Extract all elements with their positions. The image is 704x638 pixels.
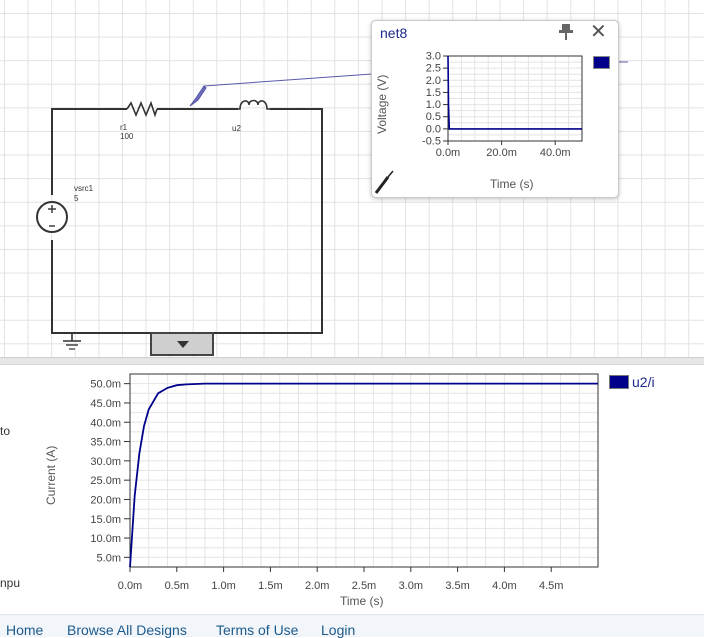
main-legend-swatch[interactable]: [609, 375, 629, 389]
probe-chart: 3.02.52.01.51.00.50.0-0.5 0.0m 20.0m 40.0m…: [375, 51, 583, 191]
source-value-label: 5: [74, 194, 79, 203]
probe-tool-icon[interactable]: [372, 167, 398, 197]
probe-leader-line: [203, 73, 373, 87]
wire-top-left[interactable]: [51, 108, 127, 195]
main-x-tick-label: 2.5m: [352, 580, 376, 592]
resistor-name-label: r1: [120, 123, 128, 132]
footer-link-browse-designs[interactable]: Browse All Designs: [67, 622, 187, 638]
main-y-axis-title: Current (A): [44, 446, 58, 505]
footer-link-login[interactable]: Login: [321, 622, 355, 638]
inductor-name-label: u2: [232, 124, 241, 133]
main-y-tick-label: 35.0m: [90, 437, 121, 449]
main-x-tick-label: 1.0m: [211, 580, 235, 592]
probe-y-axis-title: Voltage (V): [375, 75, 389, 134]
resistor-value-label: 100: [120, 132, 134, 141]
schematic-canvas[interactable]: r1 100 u2 vsrc1 5 net8 ✕ 3.0 2.5 2.0 1.5…: [0, 0, 704, 357]
footer-link-terms[interactable]: Terms of Use: [216, 622, 298, 638]
probe-y-tick-label: -0.5: [422, 136, 441, 148]
main-y-tick-label: 20.0m: [90, 494, 121, 506]
probe-x-axis-title: Time (s): [490, 177, 534, 191]
probe-popup[interactable]: net8 ✕ 3.0 2.5 2.0 1.5 1.0 0.5 0.0 -0.5 0.0m 20.…: [371, 20, 619, 198]
probe-y-tick-label: 2.5: [426, 63, 441, 75]
main-x-tick-label: 4.0m: [492, 580, 516, 592]
main-y-tick-label: 40.0m: [90, 417, 121, 429]
probe-y-tick-label: 2.0: [426, 75, 441, 87]
main-y-tick-label: 10.0m: [90, 533, 121, 545]
u2-current-line: [129, 382, 598, 568]
main-x-tick-label: 4.5m: [539, 580, 563, 592]
current-chart: 50.0m 45.0m 40.0m 35.0m 30.0m 25.0m 20.0m 15.0m…: [44, 373, 599, 608]
main-y-tick-label: 50.0m: [90, 379, 121, 391]
wire-top-right[interactable]: [51, 108, 323, 334]
probe-y-tick-label: 0.5: [426, 111, 441, 123]
main-x-tick-label: 3.5m: [445, 580, 469, 592]
chevron-down-icon: [177, 341, 189, 348]
main-y-tick-label: 30.0m: [90, 456, 121, 468]
inductor-u2[interactable]: [238, 99, 270, 110]
probe-y-tick-label: 1.0: [426, 99, 441, 111]
ground-icon[interactable]: [63, 333, 81, 350]
main-y-tick-label: 45.0m: [90, 398, 121, 410]
probe-y-tick-label: 1.5: [426, 87, 441, 99]
main-x-tick-label: 2.0m: [305, 580, 329, 592]
probe-y-tick-label: 0.0: [426, 123, 441, 135]
panel-divider[interactable]: [0, 357, 704, 365]
probe-y-tick-label: 3.0: [426, 51, 441, 63]
probe-x-tick-label: 0.0m: [436, 147, 460, 159]
main-y-tick-label: 25.0m: [90, 475, 121, 487]
main-x-tick-label: 1.5m: [258, 580, 282, 592]
side-cutoff-text-1: to: [0, 424, 11, 438]
main-x-tick-label: 3.0m: [399, 580, 423, 592]
probe-marker-icon[interactable]: [189, 85, 207, 107]
footer-link-home[interactable]: Home: [6, 622, 43, 638]
main-y-tick-label: 5.0m: [97, 552, 121, 564]
main-x-axis-title: Time (s): [340, 594, 384, 608]
resistor-r1[interactable]: [126, 100, 158, 118]
probe-x-tick-label: 40.0m: [540, 147, 571, 159]
source-name-label: vsrc1: [74, 184, 94, 193]
main-legend-label: u2/i: [632, 374, 655, 390]
main-x-tick-label: 0.0m: [118, 580, 142, 592]
main-y-tick-label: 15.0m: [90, 514, 121, 526]
side-cutoff-text-2: npu: [0, 576, 21, 590]
probe-x-tick-label: 20.0m: [486, 147, 517, 159]
collapse-panel-button[interactable]: [150, 332, 214, 356]
main-x-tick-label: 0.5m: [165, 580, 189, 592]
